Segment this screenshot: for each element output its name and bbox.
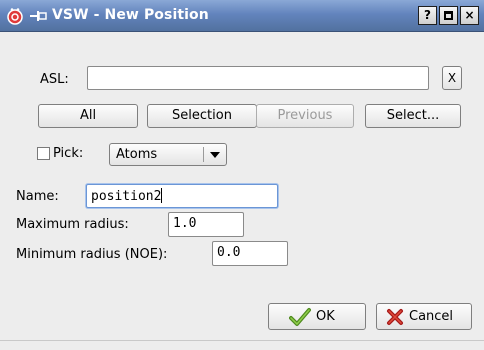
maximize-button[interactable] xyxy=(439,6,458,25)
pick-mode-dropdown[interactable]: Atoms xyxy=(109,143,227,166)
min-radius-label: Minimum radius (NOE): xyxy=(16,247,168,262)
previous-button[interactable]: Previous xyxy=(256,104,354,128)
dropdown-separator xyxy=(203,147,204,162)
text-caret xyxy=(161,188,163,203)
cancel-button[interactable]: Cancel xyxy=(376,303,472,330)
dialog-window: VSW - New Position ? × ASL: X All Select… xyxy=(0,0,484,350)
cancel-label: Cancel xyxy=(409,309,454,324)
app-icon[interactable] xyxy=(6,7,24,25)
status-strip xyxy=(0,340,484,350)
ok-label: OK xyxy=(316,309,335,324)
name-label: Name: xyxy=(16,189,59,204)
title-bar[interactable]: VSW - New Position ? × xyxy=(0,0,484,32)
ok-button[interactable]: OK xyxy=(268,303,366,330)
maximize-icon xyxy=(444,11,453,20)
max-radius-label: Maximum radius: xyxy=(16,217,129,232)
name-value: position2 xyxy=(91,189,162,204)
pick-label: Pick: xyxy=(53,146,84,161)
ok-check-icon xyxy=(289,308,311,326)
pick-checkbox[interactable] xyxy=(37,147,50,160)
asl-clear-button[interactable]: X xyxy=(442,66,462,90)
selection-button[interactable]: Selection xyxy=(147,104,257,128)
window-title: VSW - New Position xyxy=(52,7,209,23)
name-field[interactable]: position2 xyxy=(86,184,278,208)
close-button[interactable]: × xyxy=(460,6,479,25)
select-button[interactable]: Select... xyxy=(365,104,461,128)
cancel-x-icon xyxy=(387,309,403,325)
asl-label: ASL: xyxy=(40,72,69,87)
min-radius-field[interactable]: 0.0 xyxy=(212,241,288,266)
pick-mode-value: Atoms xyxy=(116,147,158,162)
chevron-down-icon xyxy=(210,152,220,158)
help-button[interactable]: ? xyxy=(418,6,437,25)
all-button[interactable]: All xyxy=(38,104,138,128)
pin-icon[interactable] xyxy=(29,8,47,24)
asl-input[interactable] xyxy=(87,66,429,90)
max-radius-field[interactable]: 1.0 xyxy=(168,212,244,237)
